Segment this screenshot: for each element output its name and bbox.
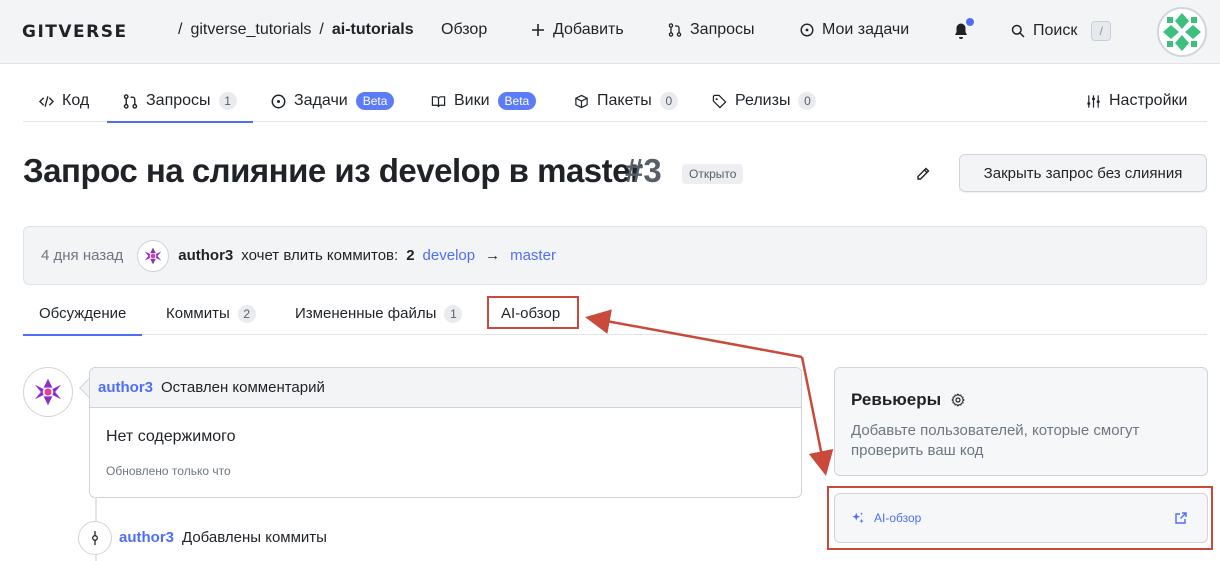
tab-packages-label: Пакеты — [597, 92, 652, 109]
reviewers-title-label: Ревьюеры — [851, 390, 942, 409]
user-avatar[interactable] — [1157, 7, 1207, 57]
top-bar: GITVERSE / gitverse_tutorials / ai-tutor… — [0, 0, 1220, 64]
page-title: Запрос на слияние из develop в master — [23, 152, 643, 189]
commits-count-badge: 2 — [237, 304, 256, 323]
tab-tasks-label: Задачи — [294, 92, 348, 109]
book-icon — [431, 95, 446, 107]
pr-commit-count: 2 — [406, 247, 415, 264]
nav-requests[interactable]: Запросы — [668, 21, 755, 39]
code-icon — [39, 95, 54, 107]
pr-info-text: хочет влить коммитов: — [241, 247, 399, 264]
avatar[interactable] — [23, 367, 73, 417]
nav-search[interactable]: Поиск / — [1011, 21, 1112, 41]
notification-dot — [966, 18, 974, 26]
comment-action: Оставлен комментарий — [161, 379, 325, 396]
user-identicon-icon — [1159, 9, 1205, 55]
releases-count-badge: 0 — [798, 92, 817, 110]
pencil-icon[interactable] — [915, 166, 931, 182]
nav-requests-label: Запросы — [690, 21, 755, 38]
packages-count-badge: 0 — [659, 92, 678, 110]
gear-icon[interactable] — [951, 393, 965, 407]
breadcrumb-separator: / — [178, 21, 183, 38]
nav-my-tasks-label: Мои задачи — [822, 21, 910, 38]
nav-add[interactable]: Добавить — [531, 21, 624, 39]
tab-releases-label: Релизы — [735, 92, 791, 109]
breadcrumb-repo[interactable]: ai-tutorials — [332, 21, 414, 39]
tab-changed-files[interactable]: Измененные файлы 1 — [295, 292, 463, 335]
tab-discussion-label: Обсуждение — [39, 305, 127, 322]
tab-commits-label: Коммиты — [166, 305, 230, 322]
tab-packages[interactable]: Пакеты 0 — [574, 80, 678, 122]
commit-icon — [92, 531, 98, 545]
tab-changed-files-label: Измененные файлы — [295, 305, 437, 322]
annotation-highlight-card — [827, 486, 1213, 550]
search-shortcut-key: / — [1091, 21, 1112, 41]
repo-tabs: Код Запросы 1 Задачи Beta Вики Beta Паке… — [23, 80, 1207, 123]
tab-requests-label: Запросы — [146, 92, 211, 109]
comment-author[interactable]: author3 — [98, 379, 153, 396]
annotation-arrow-to-card — [800, 356, 834, 476]
comment-card: author3 Оставлен комментарий Нет содержи… — [89, 367, 802, 498]
pull-request-icon — [668, 23, 682, 37]
reviewers-description: Добавьте пользователей, которые смогут п… — [851, 422, 1140, 459]
reviewers-panel: Ревьюеры Добавьте пользователей, которые… — [834, 367, 1208, 476]
tab-commits[interactable]: Коммиты 2 — [166, 292, 256, 335]
nav-my-tasks[interactable]: Мои задачи — [800, 21, 909, 39]
beta-badge: Beta — [355, 92, 395, 110]
issue-circle-icon — [271, 94, 286, 108]
tab-releases[interactable]: Релизы 0 — [712, 80, 817, 122]
author-identicon-icon — [144, 247, 162, 264]
commit-event: author3 Добавлены коммиты — [119, 529, 327, 546]
arrow-right-icon: → — [485, 247, 501, 264]
author-identicon-icon — [34, 378, 62, 406]
sliders-icon — [1087, 94, 1100, 108]
breadcrumb-separator: / — [319, 21, 324, 38]
pr-tabs: Обсуждение Коммиты 2 Измененные файлы 1 … — [22, 292, 1207, 336]
target-branch-link[interactable]: master — [510, 247, 556, 264]
avatar[interactable] — [137, 239, 170, 272]
commit-node — [78, 521, 112, 555]
comment-updated: Обновлено только что — [106, 464, 231, 478]
tab-tasks[interactable]: Задачи Beta — [271, 80, 395, 122]
tab-settings-label: Настройки — [1109, 92, 1188, 109]
package-icon — [575, 94, 588, 108]
source-branch-link[interactable]: develop — [423, 247, 476, 264]
tab-wiki-label: Вики — [454, 92, 490, 109]
comment-header: author3 Оставлен комментарий — [90, 368, 801, 408]
reviewers-title: Ревьюеры — [851, 390, 1191, 410]
issue-circle-icon — [800, 23, 814, 37]
pull-request-icon — [123, 93, 138, 109]
breadcrumb: / gitverse_tutorials / ai-tutorials — [178, 21, 414, 39]
changed-files-count-badge: 1 — [444, 304, 463, 323]
commit-action: Добавлены коммиты — [182, 529, 327, 546]
requests-count-badge: 1 — [218, 92, 237, 110]
pr-info-box: 4 дня назад author3 хочет влить коммитов… — [23, 226, 1207, 285]
pr-number: #3 — [625, 152, 662, 189]
beta-badge: Beta — [497, 92, 537, 110]
tab-code[interactable]: Код — [39, 80, 89, 122]
plus-icon — [532, 24, 544, 36]
pr-time: 4 дня назад — [41, 247, 124, 264]
nav-overview[interactable]: Обзор — [441, 21, 487, 39]
gitverse-logo[interactable]: GITVERSE — [22, 22, 128, 42]
annotation-highlight-tab — [487, 296, 579, 329]
tab-discussion[interactable]: Обсуждение — [22, 292, 143, 336]
commit-author[interactable]: author3 — [119, 529, 174, 546]
tag-icon — [712, 94, 727, 108]
pr-author[interactable]: author3 — [178, 247, 233, 264]
status-badge: Открыто — [682, 164, 744, 184]
search-icon — [1011, 24, 1025, 38]
nav-overview-label: Обзор — [441, 21, 488, 38]
nav-add-label: Добавить — [553, 21, 624, 38]
breadcrumb-owner[interactable]: gitverse_tutorials — [190, 21, 311, 39]
tab-requests[interactable]: Запросы 1 — [107, 80, 252, 123]
comment-body: Нет содержимого — [106, 428, 236, 445]
close-without-merge-button[interactable]: Закрыть запрос без слияния — [959, 154, 1207, 192]
tab-code-label: Код — [62, 92, 90, 109]
nav-search-label: Поиск — [1033, 22, 1078, 39]
tab-wiki[interactable]: Вики Beta — [431, 80, 537, 122]
tab-settings[interactable]: Настройки — [1086, 80, 1187, 122]
